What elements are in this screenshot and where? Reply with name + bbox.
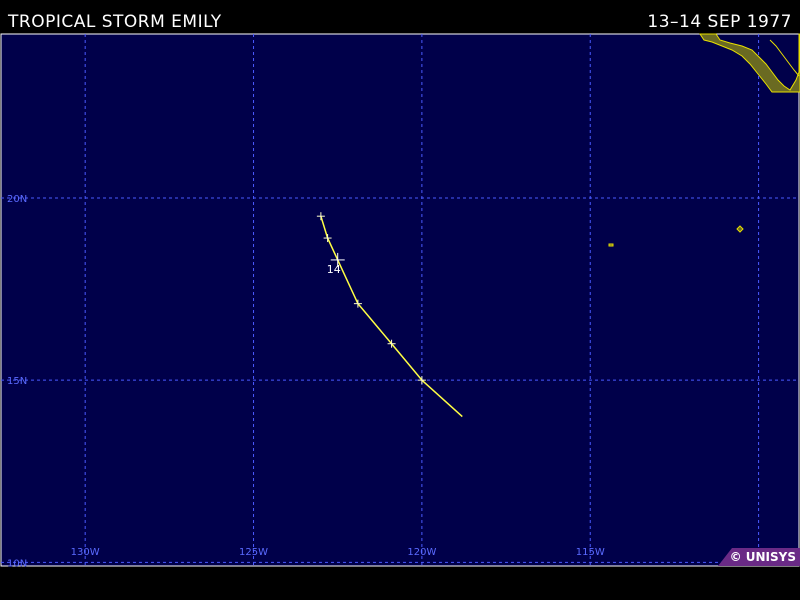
lon-label: 120W — [407, 547, 436, 558]
lat-label: 10N — [7, 558, 27, 569]
storm-track-map: 130W125W120W115W110W20N15N10N 14 — [0, 33, 800, 569]
lon-label: 115W — [576, 547, 605, 558]
lat-label: 20N — [7, 194, 27, 205]
day-label: 14 — [327, 263, 341, 276]
unisys-credit: © UNISYS — [718, 548, 800, 566]
lon-label: 125W — [239, 547, 268, 558]
ocean-background — [0, 33, 800, 567]
lat-label: 15N — [7, 376, 27, 387]
lon-label: 130W — [71, 547, 100, 558]
island-clarion — [608, 243, 614, 247]
